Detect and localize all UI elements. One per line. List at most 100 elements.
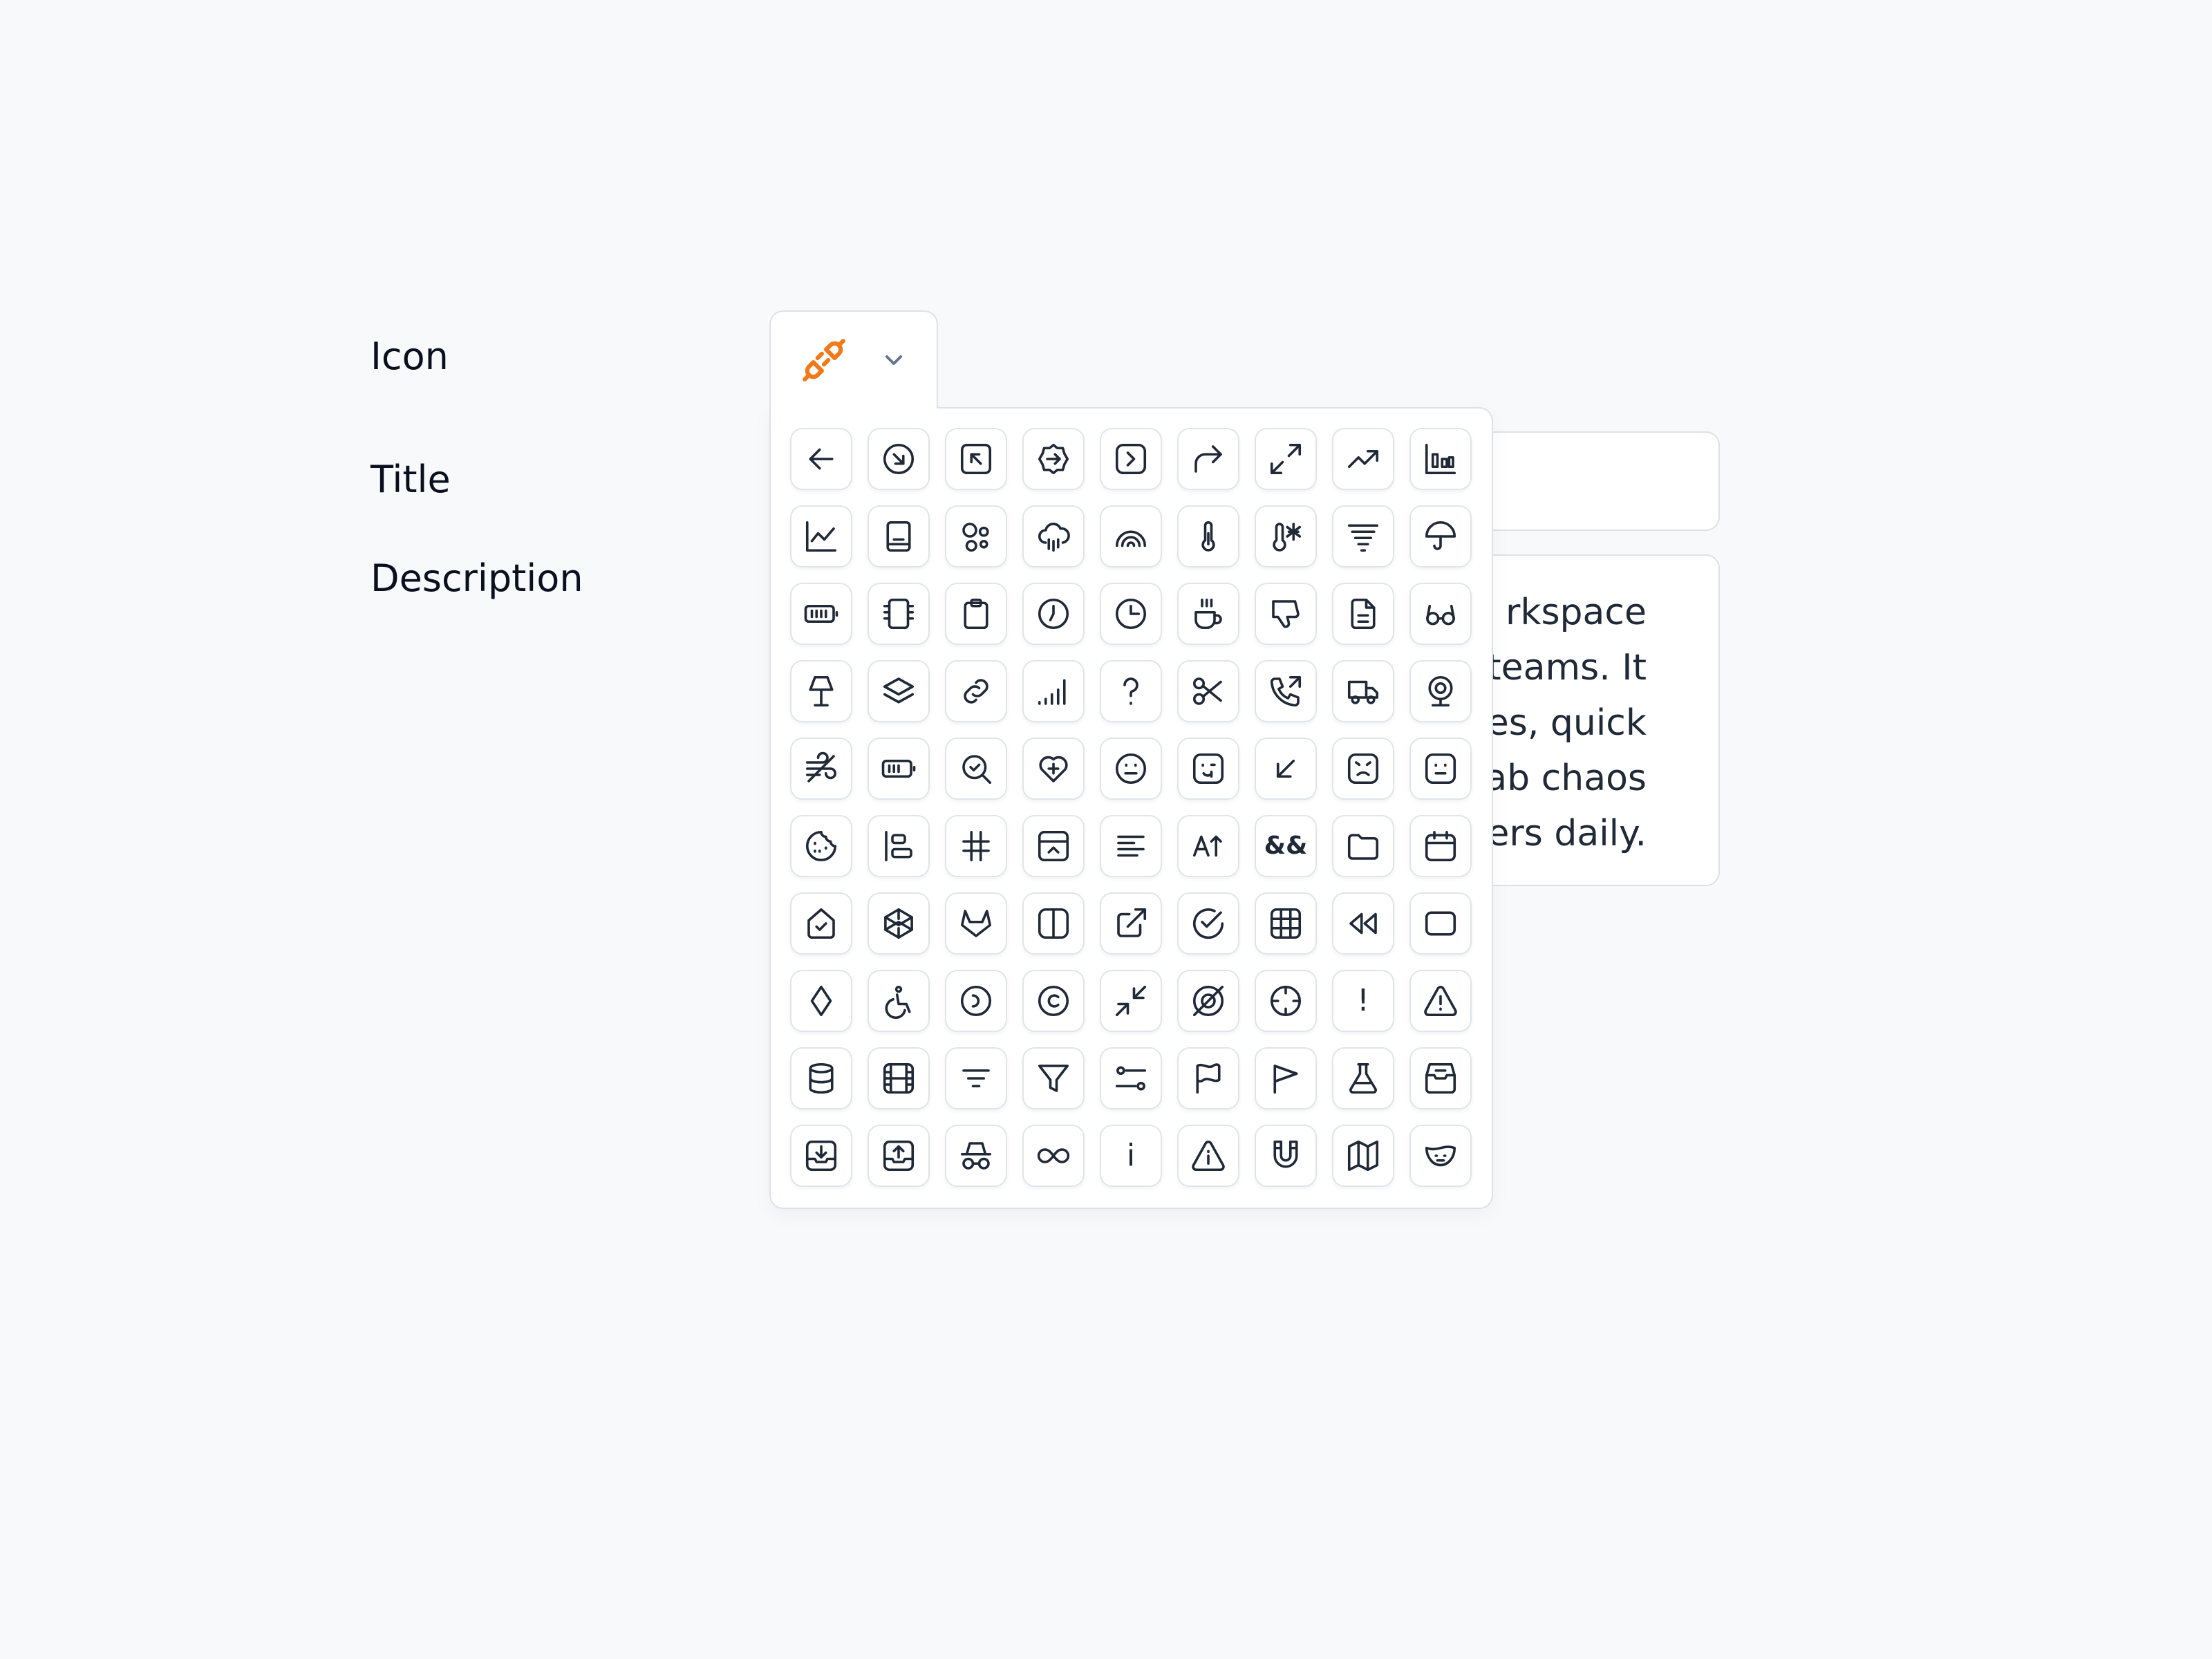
icon-option[interactable] bbox=[1022, 970, 1085, 1032]
icon-option[interactable]: && bbox=[1255, 815, 1317, 877]
icon-option[interactable] bbox=[945, 660, 1007, 722]
icon-option[interactable] bbox=[1100, 815, 1162, 877]
icon-option[interactable] bbox=[868, 660, 930, 722]
icon-option[interactable] bbox=[945, 583, 1007, 645]
icon-option[interactable] bbox=[1332, 738, 1394, 800]
mask-icon bbox=[1425, 1145, 1456, 1167]
icon-option[interactable] bbox=[868, 1047, 930, 1109]
icon-option[interactable] bbox=[1409, 428, 1472, 490]
icon-option[interactable] bbox=[1177, 815, 1239, 877]
title-label: Title bbox=[371, 458, 451, 501]
icon-option[interactable] bbox=[1255, 428, 1317, 490]
icon-option[interactable] bbox=[1022, 1047, 1085, 1109]
icon-option[interactable] bbox=[1255, 1125, 1317, 1187]
icon-option[interactable] bbox=[945, 1047, 1007, 1109]
icon-option[interactable] bbox=[1177, 1047, 1239, 1109]
file-text-icon bbox=[1351, 598, 1376, 630]
icon-option[interactable] bbox=[868, 738, 930, 800]
icon-option[interactable] bbox=[945, 892, 1007, 955]
icon-option[interactable] bbox=[868, 1125, 930, 1187]
icon-option[interactable] bbox=[1100, 892, 1162, 955]
icon-option[interactable] bbox=[790, 660, 852, 722]
icon-option[interactable] bbox=[1177, 738, 1239, 800]
icon-option[interactable] bbox=[790, 428, 852, 490]
icon-option[interactable] bbox=[1332, 1125, 1394, 1187]
icon-option[interactable] bbox=[1409, 505, 1472, 568]
icon-option[interactable] bbox=[790, 583, 852, 645]
icon-option[interactable]: ! bbox=[1332, 970, 1394, 1032]
icon-option[interactable] bbox=[1255, 583, 1317, 645]
icon-option[interactable] bbox=[790, 892, 852, 955]
icon-option[interactable] bbox=[1177, 660, 1239, 722]
icon-select-trigger[interactable] bbox=[769, 310, 938, 409]
icon-option[interactable] bbox=[868, 892, 930, 955]
icon-option[interactable] bbox=[1255, 660, 1317, 722]
icon-option[interactable] bbox=[1332, 428, 1394, 490]
icon-option[interactable] bbox=[1100, 970, 1162, 1032]
icon-option[interactable] bbox=[945, 428, 1007, 490]
icon-option[interactable] bbox=[1255, 738, 1317, 800]
icon-option[interactable] bbox=[1100, 738, 1162, 800]
icon-option[interactable] bbox=[1332, 505, 1394, 568]
icon-option[interactable] bbox=[1409, 892, 1472, 955]
icon-option[interactable] bbox=[1332, 660, 1394, 722]
icon-option[interactable] bbox=[868, 428, 930, 490]
icon-option[interactable] bbox=[945, 505, 1007, 568]
icon-option[interactable] bbox=[790, 505, 852, 568]
icon-option[interactable] bbox=[1177, 505, 1239, 568]
icon-option[interactable]: i bbox=[1100, 1125, 1162, 1187]
gitlab-icon bbox=[960, 910, 992, 937]
icon-option[interactable] bbox=[790, 1125, 852, 1187]
icon-option[interactable] bbox=[1022, 428, 1085, 490]
icon-option[interactable] bbox=[1100, 660, 1162, 722]
icon-option[interactable] bbox=[1409, 583, 1472, 645]
icon-option[interactable] bbox=[945, 1125, 1007, 1187]
tornado-icon bbox=[1347, 524, 1379, 552]
icon-option[interactable] bbox=[1177, 892, 1239, 955]
icon-option[interactable] bbox=[1100, 1047, 1162, 1109]
icon-option[interactable] bbox=[1022, 1125, 1085, 1187]
icon-option[interactable] bbox=[1332, 1047, 1394, 1109]
icon-option[interactable] bbox=[1409, 1125, 1472, 1187]
icon-option[interactable] bbox=[868, 815, 930, 877]
icon-option[interactable] bbox=[1177, 583, 1239, 645]
icon-option[interactable] bbox=[1177, 1125, 1239, 1187]
icon-option[interactable] bbox=[1409, 738, 1472, 800]
icon-option[interactable] bbox=[945, 815, 1007, 877]
icon-option[interactable] bbox=[1177, 970, 1239, 1032]
icon-option[interactable] bbox=[1022, 660, 1085, 722]
icon-option[interactable] bbox=[1022, 892, 1085, 955]
check-circle-icon bbox=[1192, 908, 1224, 939]
icon-option[interactable] bbox=[1332, 815, 1394, 877]
icon-option[interactable] bbox=[868, 583, 930, 645]
icon-option[interactable] bbox=[1332, 583, 1394, 645]
icon-option[interactable] bbox=[1255, 970, 1317, 1032]
icon-option[interactable] bbox=[1100, 583, 1162, 645]
icon-option[interactable] bbox=[1177, 428, 1239, 490]
icon-option[interactable] bbox=[790, 738, 852, 800]
icon-option[interactable] bbox=[1022, 815, 1085, 877]
icon-option[interactable] bbox=[1100, 428, 1162, 490]
icon-option[interactable] bbox=[1409, 660, 1472, 722]
icon-option[interactable] bbox=[790, 970, 852, 1032]
grid-icon bbox=[1270, 908, 1302, 939]
icon-option[interactable] bbox=[1255, 1047, 1317, 1109]
icon-option[interactable] bbox=[1255, 505, 1317, 568]
umbrella-icon bbox=[1425, 521, 1456, 550]
bar-chart-square-icon bbox=[1425, 443, 1456, 475]
icon-option[interactable] bbox=[868, 505, 930, 568]
icon-option[interactable] bbox=[1409, 970, 1472, 1032]
icon-option[interactable] bbox=[945, 970, 1007, 1032]
icon-option[interactable] bbox=[1255, 892, 1317, 955]
icon-option[interactable] bbox=[790, 815, 852, 877]
icon-option[interactable] bbox=[868, 970, 930, 1032]
icon-option[interactable] bbox=[945, 738, 1007, 800]
icon-option[interactable] bbox=[1100, 505, 1162, 568]
icon-option[interactable] bbox=[1409, 815, 1472, 877]
icon-option[interactable] bbox=[790, 1047, 852, 1109]
icon-option[interactable] bbox=[1022, 505, 1085, 568]
icon-option[interactable] bbox=[1022, 738, 1085, 800]
icon-option[interactable] bbox=[1332, 892, 1394, 955]
icon-option[interactable] bbox=[1409, 1047, 1472, 1109]
icon-option[interactable] bbox=[1022, 583, 1085, 645]
